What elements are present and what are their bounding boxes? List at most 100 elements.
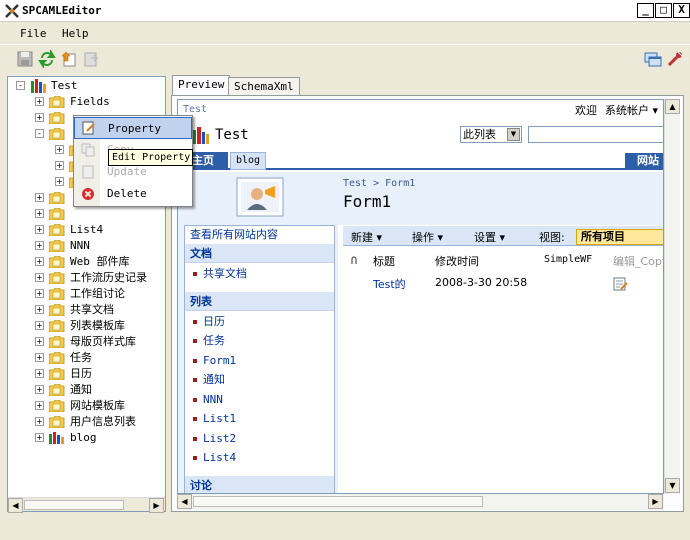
quick-launch-item[interactable]: 共享文档 xyxy=(193,266,247,282)
expand-icon[interactable]: + xyxy=(35,257,44,266)
scroll-right-icon[interactable]: ▶ xyxy=(149,498,164,513)
search-scope-select[interactable]: 此列表 ▼ xyxy=(460,126,522,143)
save-icon[interactable] xyxy=(16,50,34,68)
folder-icon xyxy=(48,399,65,413)
tree-item-label: 共享文档 xyxy=(70,303,114,316)
tree-item-label: 母版页样式库 xyxy=(70,335,136,348)
collapse-icon[interactable]: - xyxy=(35,129,44,138)
preview-horizontal-scrollbar[interactable]: ◀ ▶ xyxy=(177,494,664,510)
tree-item-label: 工作流历史记录 xyxy=(70,271,147,284)
collapse-icon[interactable]: - xyxy=(16,81,25,90)
preview-vertical-scrollbar[interactable]: ▲ ▼ xyxy=(664,99,680,494)
close-button[interactable]: X xyxy=(673,3,690,18)
quick-launch-item[interactable]: List4 xyxy=(193,450,236,466)
quick-launch-item[interactable]: 日历 xyxy=(193,314,225,330)
quick-launch-item[interactable]: 任务 xyxy=(193,333,225,349)
scroll-up-icon[interactable]: ▲ xyxy=(665,99,680,114)
quick-launch-heading[interactable]: 讨论 xyxy=(185,475,334,493)
quick-launch-item-label: Form1 xyxy=(203,353,237,367)
quick-launch-item[interactable]: List1 xyxy=(193,411,236,427)
nav-site-actions[interactable]: 网站 xyxy=(625,153,663,169)
tab-preview[interactable]: Preview xyxy=(172,75,231,97)
edit-item-icon[interactable] xyxy=(612,276,628,292)
expand-icon[interactable]: + xyxy=(55,161,64,170)
import-icon[interactable] xyxy=(60,50,78,68)
expand-icon[interactable]: + xyxy=(35,193,44,202)
scroll-left-icon-2[interactable]: ◀ xyxy=(177,494,192,509)
context-item-delete[interactable]: Delete xyxy=(74,183,192,205)
tree-item-label: 日历 xyxy=(70,367,92,380)
expand-icon[interactable]: + xyxy=(35,337,44,346)
minimize-button[interactable]: _ xyxy=(637,3,654,18)
export-icon[interactable] xyxy=(82,50,100,68)
tree-item-label: 列表模板库 xyxy=(70,319,125,332)
new-menu-button[interactable]: 新建 ▾ xyxy=(351,229,382,245)
app-icon xyxy=(4,3,20,19)
expand-icon[interactable]: + xyxy=(35,241,44,250)
expand-icon[interactable]: + xyxy=(35,433,44,442)
expand-icon[interactable]: + xyxy=(35,289,44,298)
scroll-thumb-2[interactable] xyxy=(193,496,483,507)
expand-icon[interactable]: + xyxy=(35,273,44,282)
expand-icon[interactable]: + xyxy=(35,97,44,106)
nav-blog-tab[interactable]: blog xyxy=(230,152,266,170)
expand-icon[interactable]: + xyxy=(35,369,44,378)
tool-icon[interactable] xyxy=(666,50,684,68)
bullet-icon xyxy=(193,339,197,343)
expand-icon[interactable]: + xyxy=(35,225,44,234)
copy-icon xyxy=(81,143,95,157)
maximize-button[interactable]: □ xyxy=(655,3,672,18)
context-item-property[interactable]: Property xyxy=(74,117,192,139)
expand-icon[interactable]: + xyxy=(35,385,44,394)
menu-file[interactable]: File xyxy=(20,27,47,40)
tab-schemaxml[interactable]: SchemaXml xyxy=(228,77,300,96)
expand-icon[interactable]: + xyxy=(35,113,44,122)
expand-icon[interactable]: + xyxy=(35,321,44,330)
tree-horizontal-scrollbar[interactable]: ◀ ▶ xyxy=(8,497,165,513)
quick-launch-heading[interactable]: 文档 xyxy=(185,244,334,263)
preview-browser[interactable]: Test 欢迎 系统帐户 ▾ Test 此列表 ▼ 主页 blog 网站 Tes… xyxy=(177,99,664,494)
quick-launch-item[interactable]: List2 xyxy=(193,431,236,447)
expand-icon[interactable]: + xyxy=(35,353,44,362)
quick-launch-item[interactable]: Form1 xyxy=(193,353,236,369)
breadcrumb[interactable]: Test > Form1 xyxy=(343,178,415,189)
expand-icon[interactable]: + xyxy=(35,417,44,426)
view-selector[interactable]: 所有项目 xyxy=(576,229,663,245)
refresh-icon[interactable] xyxy=(38,48,56,70)
folder-icon xyxy=(48,287,65,301)
view-all-link[interactable]: 查看所有网站内容 xyxy=(190,226,278,242)
scroll-right-icon-2[interactable]: ▶ xyxy=(648,494,663,509)
expand-icon[interactable]: + xyxy=(35,209,44,218)
quick-launch-item-label: 任务 xyxy=(203,334,225,347)
column-edit-copy[interactable]: 编辑_Copy xyxy=(613,253,663,269)
column-modified[interactable]: 修改时间 xyxy=(435,253,479,269)
quick-launch-item[interactable]: NNN xyxy=(193,392,223,408)
row-title-link[interactable]: Test的 xyxy=(373,276,406,292)
scroll-down-icon[interactable]: ▼ xyxy=(665,478,680,493)
quick-launch-item-label: List4 xyxy=(203,451,237,464)
quick-launch-item-label: 日历 xyxy=(203,314,225,328)
expand-icon[interactable]: + xyxy=(55,177,64,186)
expand-icon[interactable]: + xyxy=(55,145,64,154)
column-simplewf[interactable]: SimpleWF xyxy=(544,254,592,265)
account-menu[interactable]: 系统帐户 ▾ xyxy=(605,102,658,118)
tree-item-label: 通知 xyxy=(70,383,92,396)
tree-item-label: Web 部件库 xyxy=(70,255,130,268)
window-icon[interactable] xyxy=(644,50,662,68)
actions-menu-button[interactable]: 操作 ▾ xyxy=(412,229,443,245)
dropdown-arrow-icon[interactable]: ▼ xyxy=(507,128,520,141)
search-input[interactable] xyxy=(528,126,663,143)
quick-launch-item[interactable]: 通知 xyxy=(193,372,225,388)
quick-launch-heading[interactable]: 列表 xyxy=(185,291,334,311)
site-logo-icon xyxy=(192,126,210,144)
site-title[interactable]: Test xyxy=(215,127,249,143)
column-title[interactable]: 标题 xyxy=(373,253,395,269)
expand-icon[interactable]: + xyxy=(35,401,44,410)
folder-icon xyxy=(48,367,65,381)
site-name-small[interactable]: Test xyxy=(183,104,207,115)
expand-icon[interactable]: + xyxy=(35,305,44,314)
settings-menu-button[interactable]: 设置 ▾ xyxy=(474,229,505,245)
menu-help[interactable]: Help xyxy=(62,27,89,40)
scroll-thumb[interactable] xyxy=(24,500,124,510)
scroll-left-icon[interactable]: ◀ xyxy=(8,498,23,513)
